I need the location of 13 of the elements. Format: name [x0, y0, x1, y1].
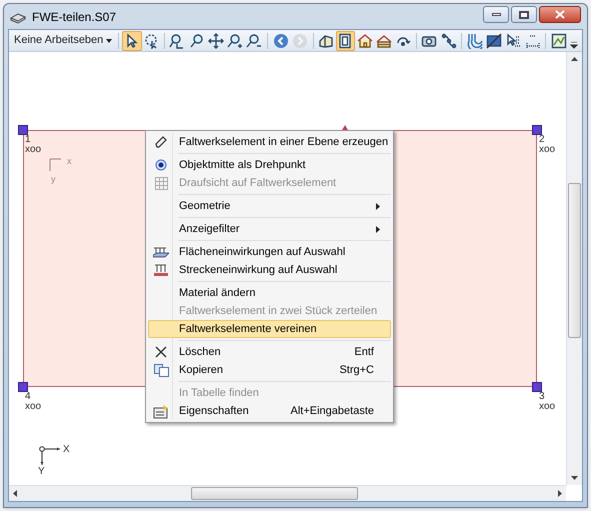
axis-label: Y — [38, 467, 45, 477]
node-label: xoo — [539, 402, 556, 412]
node-number: 3 — [539, 392, 545, 402]
node-number: 2 — [539, 135, 545, 145]
node-number: 1 — [25, 135, 31, 145]
axis-label: y — [51, 175, 56, 184]
node-number: 4 — [25, 392, 31, 402]
node-label: xoo — [539, 145, 556, 155]
node-label: xoo — [25, 402, 42, 412]
axis-label: x — [67, 157, 72, 166]
axis-label: X — [63, 445, 70, 455]
window-title: FWE-teilen.S07 — [32, 8, 118, 26]
node-label: xoo — [25, 145, 42, 155]
